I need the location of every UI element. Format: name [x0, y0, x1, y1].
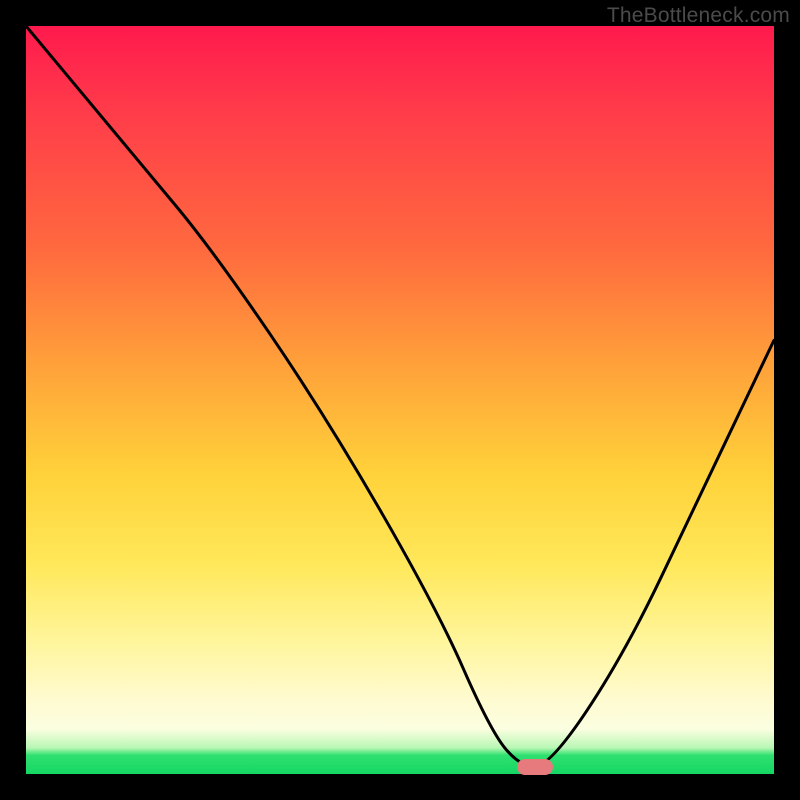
optimal-marker — [517, 759, 553, 775]
watermark-text: TheBottleneck.com — [607, 4, 790, 28]
curve-path — [26, 26, 774, 767]
bottleneck-curve — [26, 26, 774, 774]
chart-frame: TheBottleneck.com — [0, 0, 800, 800]
plot-area — [26, 26, 774, 774]
